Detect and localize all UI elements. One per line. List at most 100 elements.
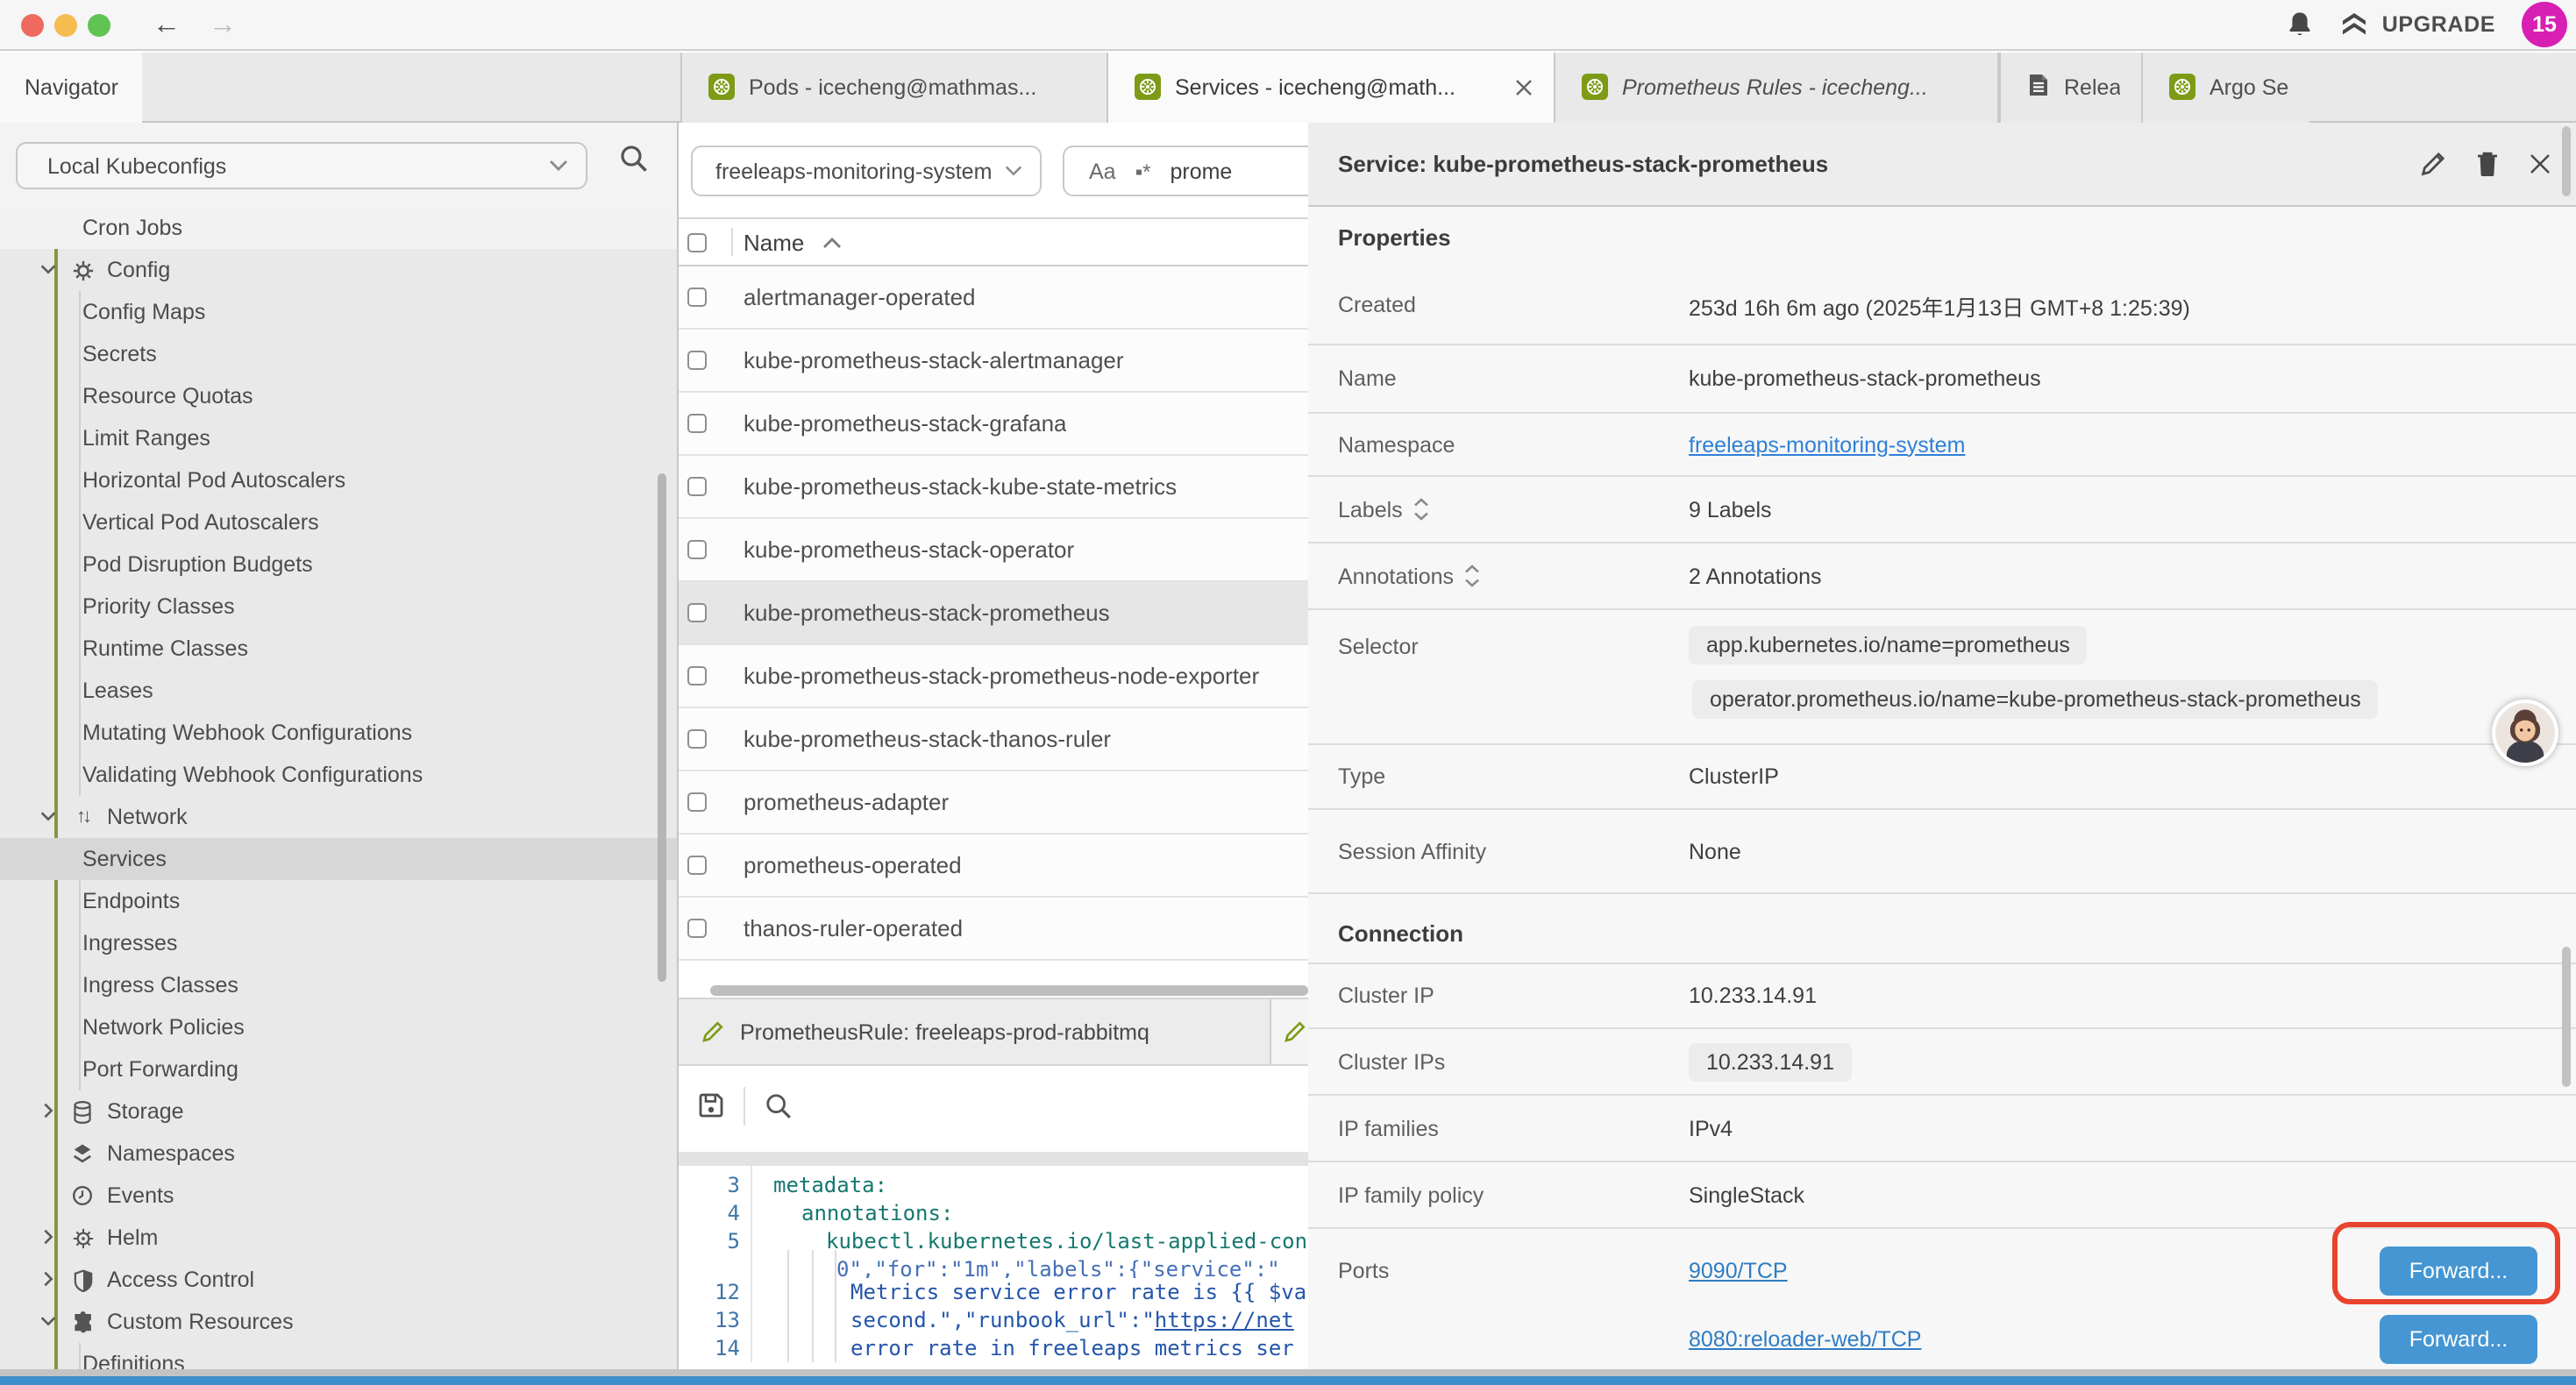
delete-trash-icon[interactable] [2476,151,2499,177]
sidebar-item[interactable]: Resource Quotas [0,375,677,417]
row-checkbox[interactable] [687,351,707,370]
zoom-window-icon[interactable] [88,13,110,36]
table-row[interactable]: kube-prometheus-stack-prometheus [679,582,1308,645]
sidebar-item[interactable]: Namespaces [0,1133,677,1175]
sort-ascending-icon[interactable] [822,236,841,248]
sidebar-item[interactable]: Services [0,838,677,880]
user-avatar[interactable] [2492,700,2558,766]
minimize-window-icon[interactable] [54,13,77,36]
sidebar-item[interactable]: Cron Jobs [0,207,677,249]
close-window-icon[interactable] [21,13,44,36]
navigator-panel-tab[interactable]: Navigator [0,53,142,123]
port-link[interactable]: 8080:reloader-web/TCP [1689,1327,1921,1352]
sidebar-item[interactable]: Definitions [0,1343,677,1369]
forward-arrow-icon[interactable]: → [209,0,237,50]
sidebar-search-icon[interactable] [619,144,649,174]
table-row[interactable]: prometheus-operated [679,835,1308,898]
sidebar-item[interactable]: Custom Resources [0,1301,677,1343]
row-checkbox[interactable] [687,666,707,685]
sidebar-item[interactable]: Leases [0,670,677,712]
notifications-bell-icon[interactable] [2288,11,2314,39]
table-horizontal-scrollbar[interactable] [679,984,1308,998]
expand-collapse-icon[interactable] [1464,565,1480,587]
name-column-header[interactable]: Name [744,229,804,255]
yaml-editor[interactable]: 3 metadata: 4 annotations: 5 kubectl.kub… [679,1166,1308,1362]
app-tab[interactable]: Release Notes [1999,53,2141,123]
row-checkbox[interactable] [687,288,707,307]
editor-tab[interactable]: PrometheusRule: freeleaps-prod-rabbitmq [679,999,1271,1064]
sidebar-item[interactable]: Priority Classes [0,586,677,628]
sidebar-item[interactable]: Port Forwarding [0,1048,677,1090]
save-icon[interactable] [698,1092,724,1119]
table-row[interactable]: kube-prometheus-stack-grafana [679,393,1308,456]
app-tab[interactable]: Services - icecheng@math... [1107,53,1554,123]
search-input[interactable]: Aa ▪* prome [1063,146,1308,196]
match-case-toggle[interactable]: Aa [1089,159,1116,183]
namespace-select[interactable]: freeleaps-monitoring-system [691,146,1042,196]
back-arrow-icon[interactable]: ← [153,0,181,50]
detail-scrollbar-thumb[interactable] [2562,947,2571,1087]
sidebar-item[interactable]: Runtime Classes [0,628,677,670]
chevron-right-icon[interactable] [39,1227,60,1248]
sidebar-item[interactable]: ↑↓ Network [0,796,677,838]
sidebar-scrollbar[interactable] [658,473,666,982]
table-row[interactable]: kube-prometheus-stack-thanos-ruler [679,708,1308,771]
table-row[interactable]: alertmanager-operated [679,266,1308,330]
row-checkbox[interactable] [687,856,707,875]
upgrade-button[interactable]: UPGRADE [2340,10,2495,39]
sidebar-item[interactable]: Endpoints [0,880,677,922]
expand-collapse-icon[interactable] [1413,498,1429,521]
chevron-down-icon[interactable] [39,806,60,827]
sidebar-item[interactable]: Network Policies [0,1006,677,1048]
table-row[interactable]: kube-prometheus-stack-prometheus-node-ex… [679,645,1308,708]
sidebar-item[interactable]: Access Control [0,1259,677,1301]
close-tab-icon[interactable] [1515,79,1533,96]
row-checkbox[interactable] [687,540,707,559]
app-tab[interactable]: Pods - icecheng@mathmas... [680,53,1107,123]
sidebar-item[interactable]: Horizontal Pod Autoscalers [0,459,677,501]
sidebar-item[interactable]: Events [0,1175,677,1217]
forward-button[interactable]: Forward... [2380,1246,2537,1296]
regex-toggle[interactable]: ▪* [1135,159,1151,183]
namespace-link[interactable]: freeleaps-monitoring-system [1689,432,1965,457]
kubeconfig-select[interactable]: Local Kubeconfigs [16,142,587,189]
chevron-down-icon[interactable] [39,1311,60,1332]
row-checkbox[interactable] [687,603,707,622]
row-checkbox[interactable] [687,477,707,496]
table-row[interactable]: prometheus-adapter [679,771,1308,835]
table-row[interactable]: kube-prometheus-stack-operator [679,519,1308,582]
sidebar-item[interactable]: Pod Disruption Budgets [0,543,677,586]
sidebar-item[interactable]: Limit Ranges [0,417,677,459]
editor-search-icon[interactable] [765,1091,793,1119]
search-query[interactable]: prome [1170,159,1232,183]
chevron-right-icon[interactable] [39,1101,60,1122]
app-tab[interactable]: Prometheus Rules - icecheng... [1554,53,1999,123]
sidebar-item[interactable]: Config [0,249,677,291]
close-panel-icon[interactable] [2529,153,2551,175]
row-checkbox[interactable] [687,792,707,812]
row-checkbox[interactable] [687,729,707,749]
sidebar-item[interactable]: Storage [0,1090,677,1133]
sidebar-item[interactable]: Config Maps [0,291,677,333]
sidebar-item[interactable]: Helm [0,1217,677,1259]
property-value[interactable]: 9 Labels [1689,497,1772,522]
editor-tab-partial[interactable] [1284,999,1308,1064]
port-link[interactable]: 9090/TCP [1689,1259,1788,1283]
row-checkbox[interactable] [687,919,707,938]
detail-scrollbar[interactable] [2562,126,2571,196]
table-row[interactable]: kube-prometheus-stack-alertmanager [679,330,1308,393]
edit-pencil-icon[interactable] [2420,151,2446,177]
notification-count-badge[interactable]: 15 [2522,2,2567,47]
sidebar-item[interactable]: Validating Webhook Configurations [0,754,677,796]
chevron-down-icon[interactable] [39,259,60,281]
chevron-right-icon[interactable] [39,1269,60,1290]
row-checkbox[interactable] [687,414,707,433]
forward-button[interactable]: Forward... [2380,1315,2537,1364]
sidebar-item[interactable]: Secrets [0,333,677,375]
table-row[interactable]: kube-prometheus-stack-kube-state-metrics [679,456,1308,519]
sidebar-item[interactable]: Ingresses [0,922,677,964]
sidebar-item[interactable]: Ingress Classes [0,964,677,1006]
sidebar-item[interactable]: Vertical Pod Autoscalers [0,501,677,543]
sidebar-item[interactable]: Mutating Webhook Configurations [0,712,677,754]
table-row[interactable]: thanos-ruler-operated [679,898,1308,961]
